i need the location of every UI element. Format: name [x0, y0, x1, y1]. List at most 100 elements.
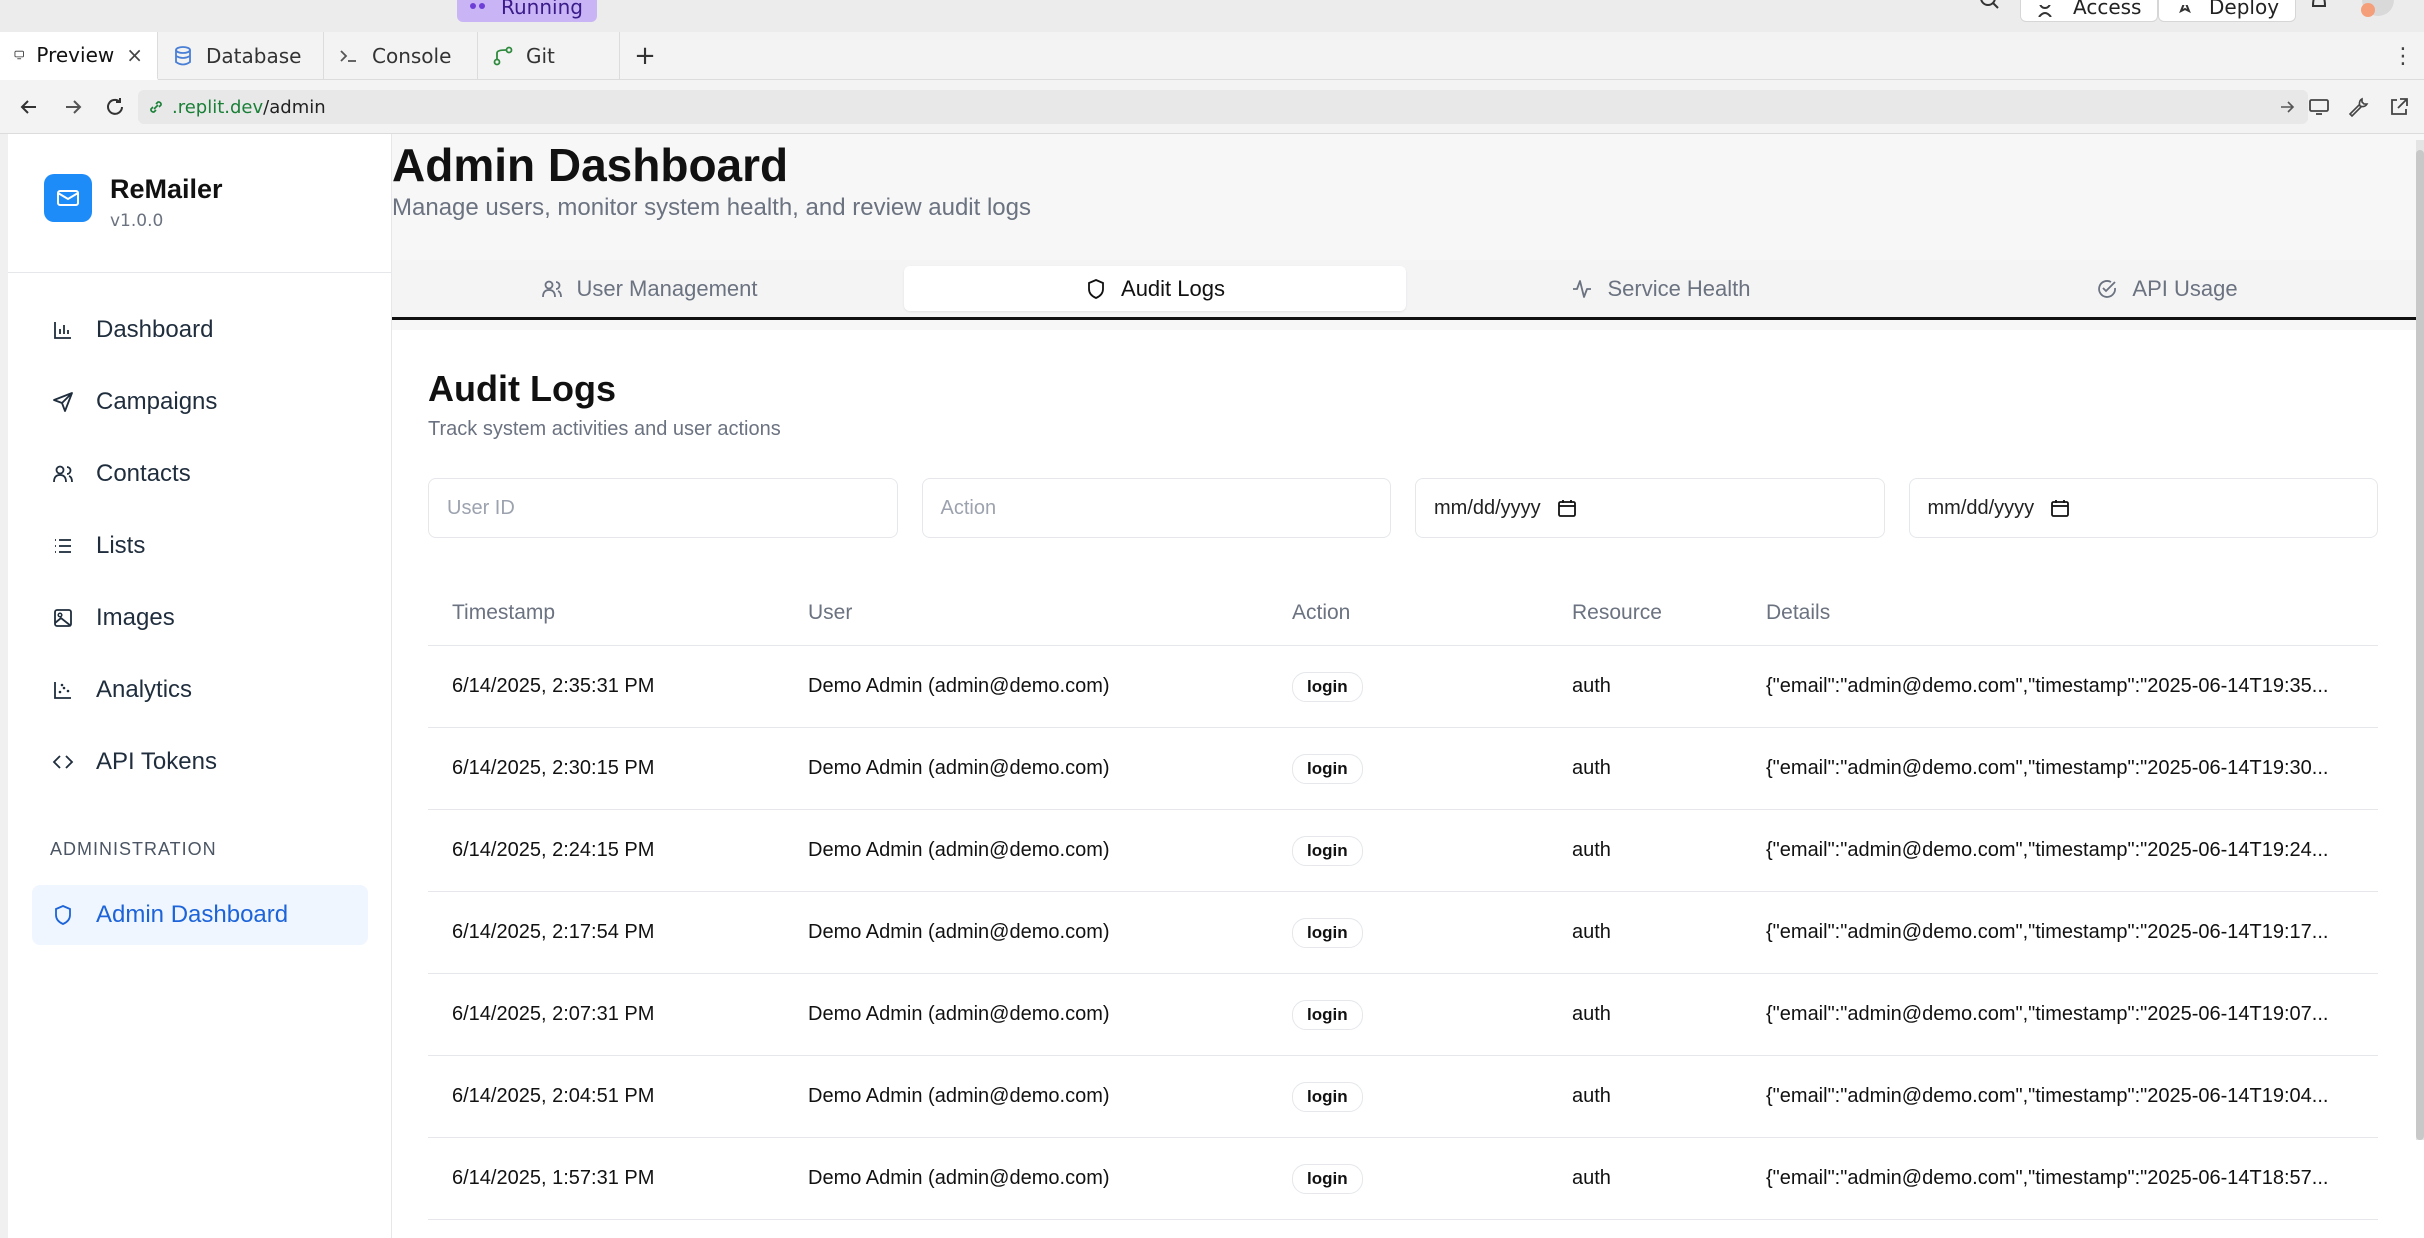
monitor-icon [14, 50, 24, 60]
search-icon[interactable] [1978, 0, 2002, 12]
run-status-label: Running [501, 0, 583, 19]
sidebar-item-contacts[interactable]: Contacts [32, 438, 368, 510]
scatter-chart-icon [52, 679, 74, 701]
avatar[interactable] [2358, 0, 2398, 22]
tab-preview[interactable]: Preview × [0, 32, 158, 80]
tab-user-management[interactable]: User Management [398, 266, 900, 311]
tab-label: API Usage [2132, 275, 2238, 301]
sidebar-item-api-tokens[interactable]: API Tokens [32, 726, 368, 798]
shield-icon [1085, 278, 1107, 300]
cell-timestamp: 6/14/2025, 1:57:31 PM [452, 1167, 655, 1189]
tab-preview-label: Preview [36, 43, 115, 67]
more-menu-icon[interactable]: ⋮ [2392, 44, 2414, 69]
new-tab-button[interactable]: + [620, 32, 670, 79]
tab-database[interactable]: Database [158, 32, 324, 80]
bell-icon[interactable] [2308, 0, 2330, 12]
sidebar-item-label: Analytics [96, 676, 193, 703]
cell-user: Demo Admin (admin@demo.com) [808, 921, 1110, 943]
close-icon[interactable]: × [126, 43, 143, 67]
column-header-timestamp: Timestamp [452, 600, 556, 624]
tab-label: Audit Logs [1121, 275, 1225, 301]
workspace-tab-bar: Preview × Database Console Git + [0, 32, 2424, 80]
date-from-input[interactable]: mm/dd/yyyy [1415, 478, 1885, 538]
calendar-icon[interactable] [1557, 498, 1577, 518]
activity-icon [1571, 278, 1593, 300]
address-field[interactable]: .replit.dev /admin [138, 90, 2308, 124]
date-to-input[interactable]: mm/dd/yyyy [1908, 478, 2378, 538]
column-header-resource: Resource [1572, 600, 1662, 624]
action-badge: login [1292, 1163, 1363, 1194]
brand[interactable]: ReMailer v1.0.0 [44, 174, 223, 231]
cell-action: login [1268, 1163, 1548, 1194]
scrollbar-thumb[interactable] [2416, 150, 2424, 1140]
cell-timestamp: 6/14/2025, 2:35:31 PM [452, 675, 655, 697]
cell-user: Demo Admin (admin@demo.com) [808, 757, 1110, 779]
terminal-icon [340, 50, 356, 62]
reload-icon[interactable] [104, 96, 126, 118]
cell-action: login [1268, 1081, 1548, 1112]
wrench-icon[interactable] [2348, 96, 2370, 118]
go-arrow-icon[interactable] [2278, 98, 2296, 116]
database-icon [175, 46, 191, 66]
sidebar-item-analytics[interactable]: Analytics [32, 654, 368, 726]
forward-arrow-icon[interactable] [62, 96, 84, 118]
sidebar-item-images[interactable]: Images [32, 582, 368, 654]
sidebar-item-label: Dashboard [96, 316, 214, 343]
user-id-input[interactable]: User ID [428, 478, 898, 538]
action-badge: login [1292, 917, 1363, 948]
cell-resource: auth [1572, 757, 1611, 779]
cell-user: Demo Admin (admin@demo.com) [808, 675, 1110, 697]
table-row[interactable]: 6/14/2025, 2:17:54 PM Demo Admin (admin@d… [428, 892, 2378, 974]
user-plus-icon [2038, 4, 2052, 17]
tab-git[interactable]: Git [478, 32, 620, 80]
access-button[interactable]: Access [2020, 0, 2159, 22]
table-row[interactable]: 6/14/2025, 2:30:15 PM Demo Admin (admin@d… [428, 728, 2378, 810]
tab-api-usage[interactable]: API Usage [1916, 266, 2418, 311]
tab-label: Service Health [1607, 275, 1751, 301]
cell-action: login [1268, 917, 1548, 948]
main-content: Admin Dashboard Manage users, monitor sy… [392, 134, 2424, 1238]
sidebar-item-label: Campaigns [96, 388, 218, 415]
app-window: ReMailer v1.0.0 Dashboard Campaigns Cont… [8, 134, 2424, 1238]
tab-console-label: Console [372, 44, 452, 68]
cell-details: {"email":"admin@demo.com","timestamp":"2… [1766, 1085, 2329, 1107]
card-subtitle: Track system activities and user actions [428, 418, 781, 440]
tab-service-health[interactable]: Service Health [1410, 266, 1912, 311]
calendar-icon[interactable] [2050, 498, 2070, 518]
sidebar-item-admin-dashboard[interactable]: Admin Dashboard [32, 885, 368, 945]
sidebar-item-label: Contacts [96, 460, 191, 487]
sidebar-item-lists[interactable]: Lists [32, 510, 368, 582]
external-link-icon[interactable] [2388, 96, 2410, 118]
cell-action: login [1268, 835, 1548, 866]
filter-bar: User ID Action mm/dd/yyyy mm/dd/yyyy [428, 478, 2378, 540]
column-header-details: Details [1766, 600, 1831, 624]
deploy-label: Deploy [2209, 0, 2280, 19]
table-row[interactable]: 6/14/2025, 2:04:51 PM Demo Admin (admin@d… [428, 1056, 2378, 1138]
url-host: .replit.dev [172, 96, 264, 118]
table-header: Timestamp User Action Resource Details [428, 580, 2378, 646]
deploy-button[interactable]: Deploy [2158, 0, 2297, 22]
back-arrow-icon[interactable] [18, 96, 40, 118]
table-row[interactable]: 6/14/2025, 2:07:31 PM Demo Admin (admin@d… [428, 974, 2378, 1056]
devices-icon[interactable] [2308, 96, 2330, 118]
sidebar-item-dashboard[interactable]: Dashboard [32, 294, 368, 366]
run-status-badge[interactable]: Running [457, 0, 597, 22]
tab-audit-logs[interactable]: Audit Logs [904, 266, 1406, 311]
cell-timestamp: 6/14/2025, 2:17:54 PM [452, 921, 655, 943]
shield-icon [52, 904, 74, 926]
date-to-value: mm/dd/yyyy [1927, 496, 2035, 519]
tab-label: User Management [576, 275, 758, 301]
table-row[interactable]: 6/14/2025, 2:24:15 PM Demo Admin (admin@d… [428, 810, 2378, 892]
action-input[interactable]: Action [921, 478, 1391, 538]
table-row[interactable]: 6/14/2025, 2:35:31 PM Demo Admin (admin@d… [428, 646, 2378, 728]
sidebar-item-label: API Tokens [96, 748, 217, 775]
cell-details: {"email":"admin@demo.com","timestamp":"2… [1766, 921, 2329, 943]
cell-action: login [1268, 671, 1548, 702]
table-row[interactable]: 6/14/2025, 1:57:31 PM Demo Admin (admin@d… [428, 1138, 2378, 1220]
cell-resource: auth [1572, 839, 1611, 861]
tab-console[interactable]: Console [324, 32, 478, 80]
column-header-user: User [808, 600, 853, 624]
sidebar-item-campaigns[interactable]: Campaigns [32, 366, 368, 438]
sidebar-item-label: Admin Dashboard [96, 901, 289, 928]
users-icon [541, 278, 563, 300]
